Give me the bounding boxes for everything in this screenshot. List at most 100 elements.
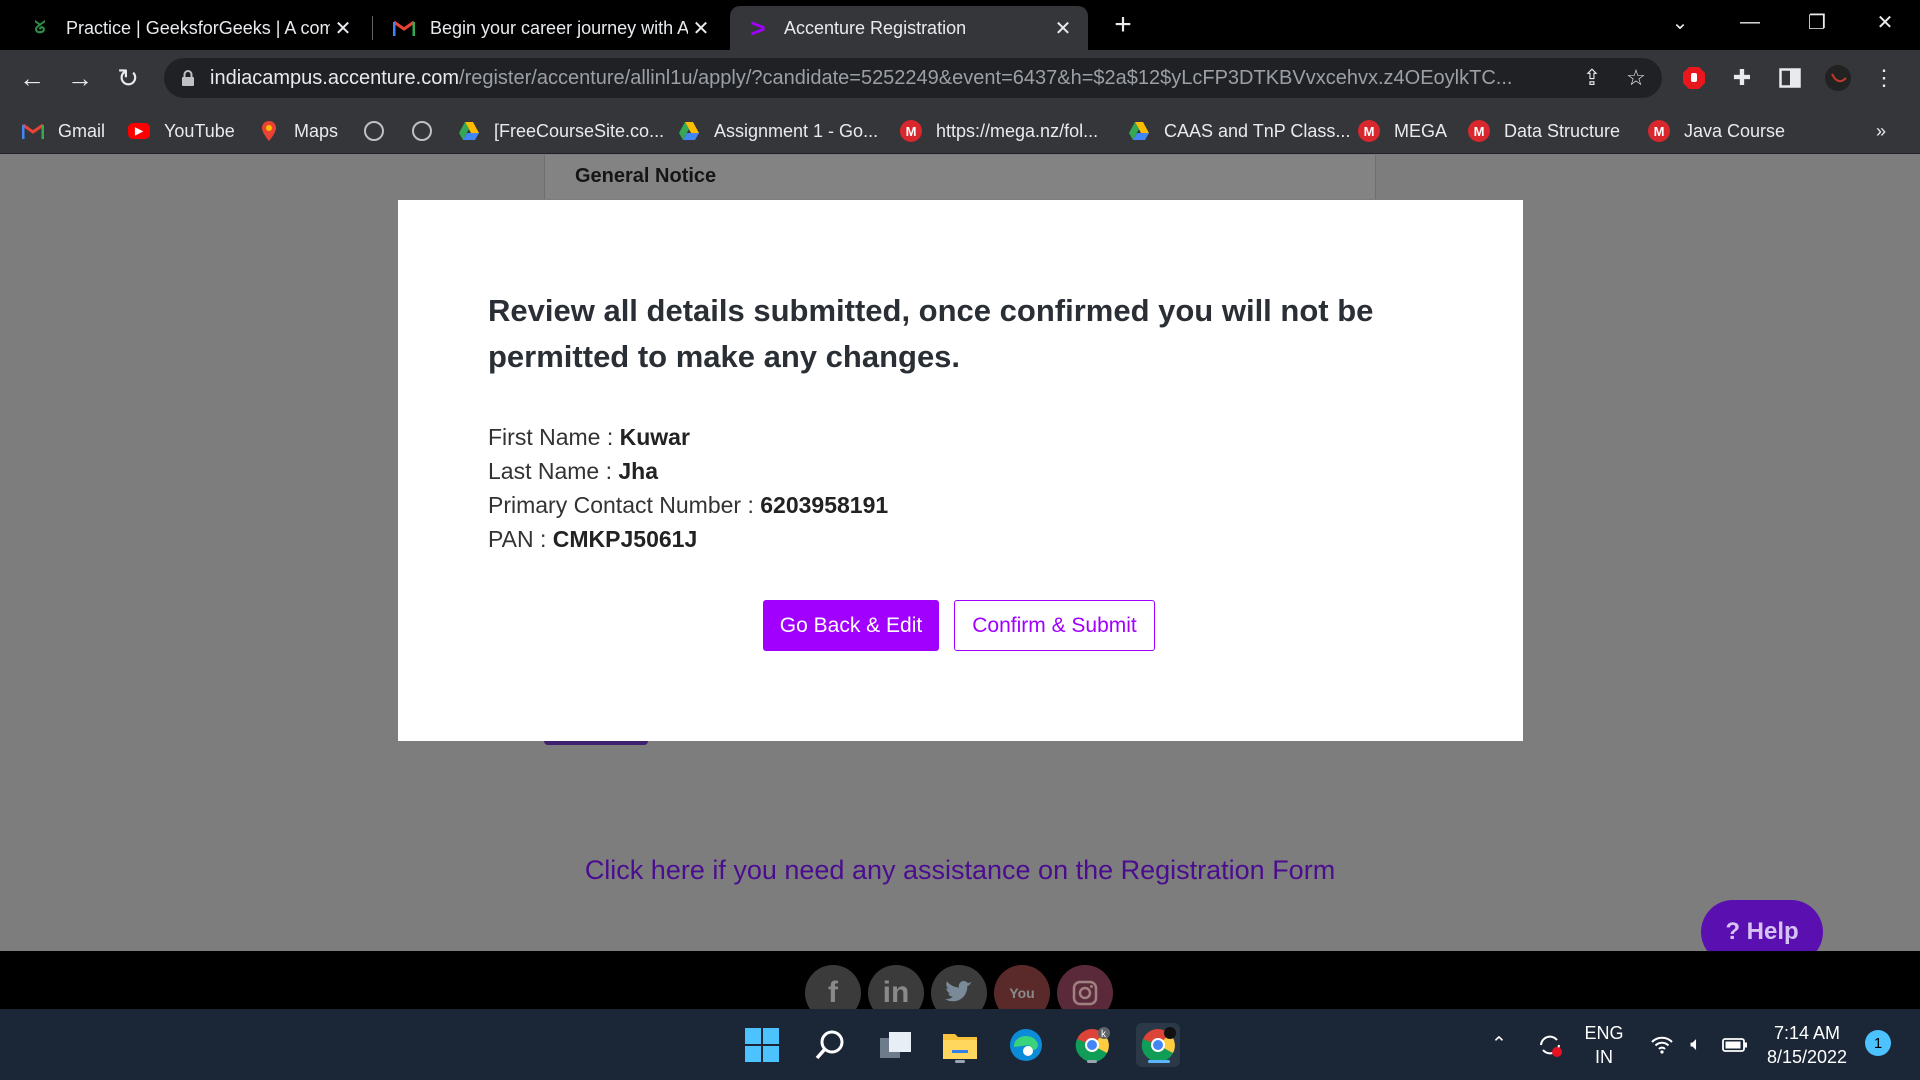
- windows-taskbar: k ⌃ ENG IN 🔈︎ 7:14 AM 8/15/2022 1: [0, 1009, 1920, 1080]
- app-active-indicator: [1148, 1060, 1170, 1063]
- bookmarks-bar: Gmail ▶ YouTube Maps [FreeCourseSite.co.…: [0, 106, 1920, 154]
- twitter-icon[interactable]: [931, 965, 987, 1009]
- close-tab-icon[interactable]: ✕: [688, 16, 714, 41]
- volume-icon[interactable]: 🔈︎: [1680, 1009, 1712, 1080]
- bookmark-gmail[interactable]: Gmail: [22, 118, 105, 144]
- file-explorer-icon[interactable]: [938, 1023, 982, 1067]
- gfg-icon: ᘜ: [34, 18, 46, 37]
- confirmation-modal: Review all details submitted, once confi…: [398, 200, 1523, 741]
- bookmark-label: Assignment 1 - Go...: [714, 120, 879, 141]
- bookmark-mega[interactable]: M MEGA: [1358, 118, 1447, 144]
- chrome-menu-icon[interactable]: ⋮: [1868, 62, 1900, 94]
- adblock-extension-icon[interactable]: [1678, 62, 1710, 94]
- bookmark-mega-folder[interactable]: M https://mega.nz/fol...: [900, 118, 1098, 144]
- detail-pan: PAN : CMKPJ5061J: [488, 522, 888, 556]
- tab-title: Begin your career journey with A: [430, 17, 688, 38]
- mega-icon: M: [900, 120, 922, 142]
- extensions-puzzle-icon[interactable]: ✚: [1726, 62, 1758, 94]
- reload-icon[interactable]: ↻: [112, 62, 144, 94]
- detail-label: First Name :: [488, 424, 620, 450]
- mega-icon: M: [1648, 120, 1670, 142]
- new-tab-button[interactable]: +: [1106, 8, 1140, 42]
- assistance-link[interactable]: Click here if you need any assistance on…: [0, 855, 1920, 886]
- tab-separator: [372, 16, 373, 40]
- bookmark-label: Maps: [294, 120, 339, 141]
- close-tab-icon[interactable]: ✕: [1050, 16, 1076, 41]
- url-host: indiacampus.accenture.com: [210, 66, 460, 89]
- tab-bar: ᘜ Practice | GeeksforGeeks | A comp ✕ Be…: [0, 0, 1920, 50]
- bookmark-label: Gmail: [58, 120, 106, 141]
- sync-icon[interactable]: [1532, 1009, 1568, 1080]
- bookmark-globe-1[interactable]: [364, 118, 398, 144]
- lock-icon[interactable]: [180, 69, 196, 87]
- bookmark-assignment[interactable]: Assignment 1 - Go...: [678, 118, 878, 144]
- youtube-social-icon[interactable]: You: [994, 965, 1050, 1009]
- bookmark-java-course[interactable]: M Java Course: [1648, 118, 1785, 144]
- detail-label: Primary Contact Number :: [488, 492, 761, 518]
- restore-button[interactable]: ❐: [1782, 0, 1852, 44]
- language-code: ENG: [1584, 1023, 1624, 1043]
- gmail-icon: [392, 16, 416, 40]
- confirm-submit-button[interactable]: Confirm & Submit: [954, 600, 1155, 651]
- notification-badge[interactable]: 1: [1865, 1030, 1891, 1056]
- task-view-icon[interactable]: [874, 1023, 918, 1067]
- bookmark-label: Data Structure: [1504, 120, 1621, 141]
- detail-label: PAN :: [488, 526, 553, 552]
- go-back-edit-button[interactable]: Go Back & Edit: [763, 600, 939, 651]
- bookmark-label: CAAS and TnP Class...: [1164, 120, 1351, 141]
- app-running-indicator: [1087, 1060, 1097, 1063]
- mega-icon: M: [1468, 120, 1490, 142]
- profile-avatar[interactable]: [1822, 62, 1854, 94]
- bookmark-freecoursesite[interactable]: [FreeCourseSite.co...: [458, 118, 664, 144]
- bookmark-data-structure[interactable]: M Data Structure: [1468, 118, 1620, 144]
- address-bar[interactable]: indiacampus.accenture.com/register/accen…: [164, 58, 1662, 98]
- linkedin-icon[interactable]: in: [868, 965, 924, 1009]
- chrome-active-icon[interactable]: [1136, 1023, 1180, 1067]
- system-clock[interactable]: 7:14 AM 8/15/2022: [1752, 1021, 1862, 1069]
- bookmark-caas[interactable]: CAAS and TnP Class...: [1128, 118, 1350, 144]
- detail-value: CMKPJ5061J: [552, 526, 698, 552]
- side-panel-icon[interactable]: [1774, 62, 1806, 94]
- close-tab-icon[interactable]: ✕: [330, 16, 356, 41]
- tab-geeksforgeeks[interactable]: ᘜ Practice | GeeksforGeeks | A comp ✕: [12, 6, 368, 50]
- share-icon[interactable]: ⇪: [1576, 62, 1608, 94]
- close-window-button[interactable]: ✕: [1850, 0, 1920, 44]
- bookmark-globe-2[interactable]: [412, 118, 446, 144]
- tab-search-icon[interactable]: ⌄: [1645, 0, 1715, 44]
- instagram-icon[interactable]: [1057, 965, 1113, 1009]
- show-hidden-icons-chevron[interactable]: ⌃: [1484, 1009, 1514, 1080]
- input-language[interactable]: ENG IN: [1578, 1021, 1630, 1069]
- tab-accenture-registration[interactable]: > Accenture Registration ✕: [730, 6, 1088, 50]
- app-running-indicator: [955, 1060, 965, 1063]
- url-text[interactable]: indiacampus.accenture.com/register/accen…: [210, 67, 1550, 90]
- more-bookmarks-button[interactable]: »: [1876, 118, 1886, 144]
- bookmark-maps[interactable]: Maps: [258, 118, 338, 144]
- bookmark-label: Java Course: [1684, 120, 1786, 141]
- back-icon[interactable]: ←: [16, 62, 48, 94]
- youtube-icon: ▶: [128, 123, 150, 139]
- navigation-toolbar: ← → ↻ indiacampus.accenture.com/register…: [0, 50, 1920, 106]
- search-icon[interactable]: [808, 1023, 852, 1067]
- wifi-icon[interactable]: [1646, 1009, 1678, 1080]
- mega-icon: M: [1358, 120, 1380, 142]
- gmail-icon: [22, 120, 44, 142]
- maps-icon: [258, 120, 280, 142]
- bookmark-youtube[interactable]: ▶ YouTube: [128, 118, 235, 144]
- submitted-details: First Name : Kuwar Last Name : Jha Prima…: [488, 420, 888, 556]
- bookmark-star-icon[interactable]: ☆: [1620, 62, 1652, 94]
- edge-icon[interactable]: [1004, 1023, 1048, 1067]
- drive-icon: [678, 120, 700, 142]
- facebook-icon[interactable]: f: [805, 965, 861, 1009]
- tab-gmail[interactable]: Begin your career journey with A ✕: [376, 6, 726, 50]
- bookmark-label: MEGA: [1394, 120, 1448, 141]
- start-icon[interactable]: [740, 1023, 784, 1067]
- forward-icon[interactable]: →: [64, 62, 96, 94]
- drive-icon: [1128, 120, 1150, 142]
- clock-date: 8/15/2022: [1766, 1047, 1848, 1067]
- battery-icon[interactable]: [1718, 1009, 1752, 1080]
- bookmark-label: YouTube: [164, 120, 235, 141]
- chrome-profile-k-icon[interactable]: k: [1070, 1023, 1114, 1067]
- minimize-button[interactable]: —: [1715, 0, 1785, 44]
- detail-value: 6203958191: [760, 492, 889, 518]
- modal-heading: Review all details submitted, once confi…: [488, 293, 1374, 374]
